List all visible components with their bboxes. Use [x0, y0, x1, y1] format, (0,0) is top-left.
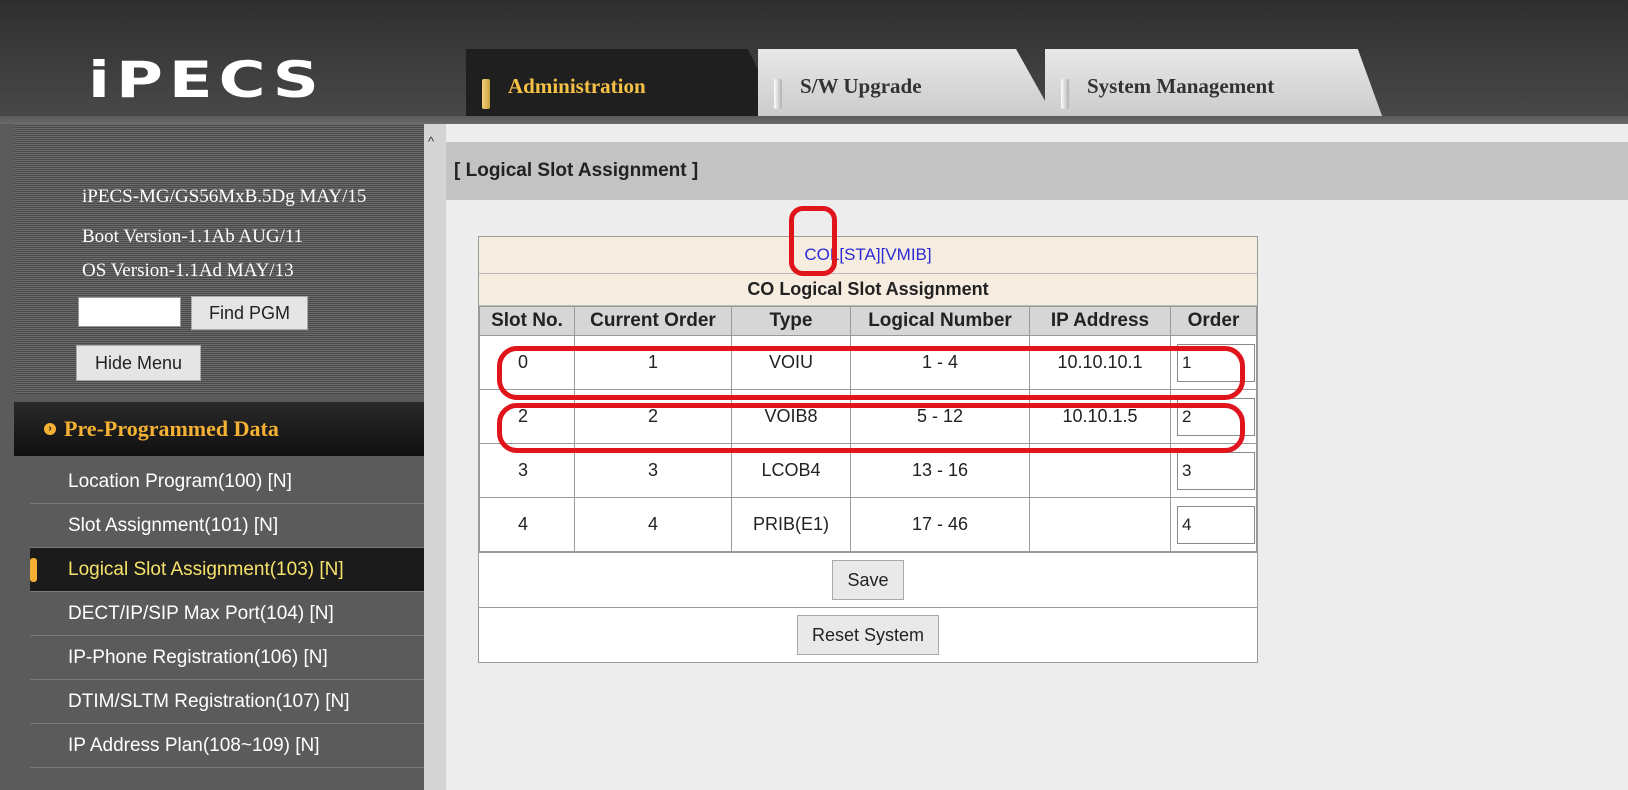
tab-label: System Management — [1087, 74, 1275, 98]
cell-logical-number: 5 - 12 — [850, 389, 1030, 444]
hide-menu-button[interactable]: Hide Menu — [76, 345, 201, 381]
sidebar-item-location-program[interactable]: Location Program(100) [N] — [30, 460, 424, 504]
find-pgm-button[interactable]: Find PGM — [191, 296, 308, 330]
cell-ip-address: 10.10.10.1 — [1029, 335, 1171, 390]
link-sta[interactable]: [STA] — [839, 245, 880, 265]
tab-grip-icon — [774, 79, 782, 109]
cell-logical-number: 17 - 46 — [850, 497, 1030, 552]
cell-current-order: 2 — [574, 389, 732, 444]
sidebar: iPECS-MG/GS56MxB.5Dg MAY/15 Boot Version… — [0, 124, 440, 790]
ipecs-logo: iPECS — [88, 52, 325, 110]
reset-row: Reset System — [479, 607, 1257, 662]
cell-type: PRIB(E1) — [731, 497, 851, 552]
save-row: Save — [479, 552, 1257, 607]
save-button[interactable]: Save — [832, 560, 904, 600]
link-vmib[interactable]: [VMIB] — [881, 245, 932, 265]
find-pgm-input[interactable] — [78, 297, 181, 327]
cell-order: 4 — [1170, 497, 1257, 552]
col-order: Order — [1170, 306, 1257, 336]
reset-system-button[interactable]: Reset System — [796, 615, 940, 655]
table-caption: CO Logical Slot Assignment — [479, 274, 1257, 306]
col-logical-number: Logical Number — [850, 306, 1030, 336]
table-header-row: Slot No. Current Order Type Logical Numb… — [479, 306, 1257, 336]
logical-slot-panel: COL [STA] [VMIB] CO Logical Slot Assignm… — [478, 236, 1258, 663]
link-col[interactable]: COL — [804, 245, 839, 265]
order-input[interactable]: 3 — [1177, 451, 1255, 490]
cell-slot: 0 — [479, 335, 575, 390]
sidebar-item-slot-assignment[interactable]: Slot Assignment(101) [N] — [30, 504, 424, 548]
sidebar-item-dtim-sltm-registration[interactable]: DTIM/SLTM Registration(107) [N] — [30, 680, 424, 724]
chevron-right-icon: › — [44, 423, 56, 435]
sidebar-item-dect-ip-sip-max-port[interactable]: DECT/IP/SIP Max Port(104) [N] — [30, 592, 424, 636]
table-row: 2 2 VOIB8 5 - 12 10.10.1.5 2 — [479, 389, 1257, 444]
cell-ip-address — [1029, 443, 1171, 498]
main-content: [ Logical Slot Assignment ] COL [STA] [V… — [446, 124, 1628, 790]
cell-order: 1 — [1170, 335, 1257, 390]
sidebar-item-ip-address-plan[interactable]: IP Address Plan(108~109) [N] — [30, 724, 424, 768]
order-input[interactable]: 4 — [1177, 505, 1255, 544]
table-row: 3 3 LCOB4 13 - 16 3 — [479, 443, 1257, 498]
sidebar-menu: Location Program(100) [N] Slot Assignmen… — [30, 460, 424, 768]
col-current-order: Current Order — [574, 306, 732, 336]
cell-order: 2 — [1170, 389, 1257, 444]
cell-slot: 3 — [479, 443, 575, 498]
section-title: Pre-Programmed Data — [64, 416, 279, 441]
firmware-version: iPECS-MG/GS56MxB.5Dg MAY/15 — [82, 186, 367, 207]
tab-grip-icon — [482, 79, 490, 109]
cell-slot: 4 — [479, 497, 575, 552]
links-row: COL [STA] [VMIB] — [479, 237, 1257, 274]
cell-slot: 2 — [479, 389, 575, 444]
cell-type: VOIU — [731, 335, 851, 390]
cell-logical-number: 1 - 4 — [850, 335, 1030, 390]
os-version: OS Version-1.1Ad MAY/13 — [82, 260, 294, 281]
tab-sw-upgrade[interactable]: S/W Upgrade — [758, 49, 1058, 124]
tab-administration[interactable]: Administration — [466, 49, 786, 124]
table-row: 4 4 PRIB(E1) 17 - 46 4 — [479, 497, 1257, 552]
boot-version: Boot Version-1.1Ab AUG/11 — [82, 226, 304, 247]
top-header: iPECS Administration S/W Upgrade System … — [0, 0, 1628, 124]
cell-order: 3 — [1170, 443, 1257, 498]
sidebar-item-logical-slot-assignment[interactable]: Logical Slot Assignment(103) [N] — [30, 548, 424, 592]
tab-label: S/W Upgrade — [800, 74, 922, 98]
cell-type: LCOB4 — [731, 443, 851, 498]
scroll-up-icon[interactable]: ^ — [428, 134, 434, 149]
order-input[interactable]: 1 — [1177, 343, 1255, 382]
page-title: [ Logical Slot Assignment ] — [454, 160, 699, 181]
tab-system-management[interactable]: System Management — [1045, 49, 1385, 124]
cell-logical-number: 13 - 16 — [850, 443, 1030, 498]
sidebar-item-ip-phone-registration[interactable]: IP-Phone Registration(106) [N] — [30, 636, 424, 680]
section-header-pre-programmed[interactable]: › Pre-Programmed Data — [14, 402, 424, 456]
cell-current-order: 4 — [574, 497, 732, 552]
col-ip-address: IP Address — [1029, 306, 1171, 336]
cell-current-order: 1 — [574, 335, 732, 390]
order-input[interactable]: 2 — [1177, 397, 1255, 436]
cell-current-order: 3 — [574, 443, 732, 498]
cell-ip-address: 10.10.1.5 — [1029, 389, 1171, 444]
sidebar-scrollbar[interactable]: ^ — [424, 124, 446, 790]
tab-label: Administration — [508, 74, 646, 98]
cell-type: VOIB8 — [731, 389, 851, 444]
cell-ip-address — [1029, 497, 1171, 552]
col-type: Type — [731, 306, 851, 336]
col-slot-no: Slot No. — [479, 306, 575, 336]
table-row: 0 1 VOIU 1 - 4 10.10.10.1 1 — [479, 335, 1257, 390]
slot-table: Slot No. Current Order Type Logical Numb… — [479, 306, 1257, 552]
page-title-bar: [ Logical Slot Assignment ] — [446, 142, 1628, 200]
tab-grip-icon — [1061, 79, 1069, 109]
